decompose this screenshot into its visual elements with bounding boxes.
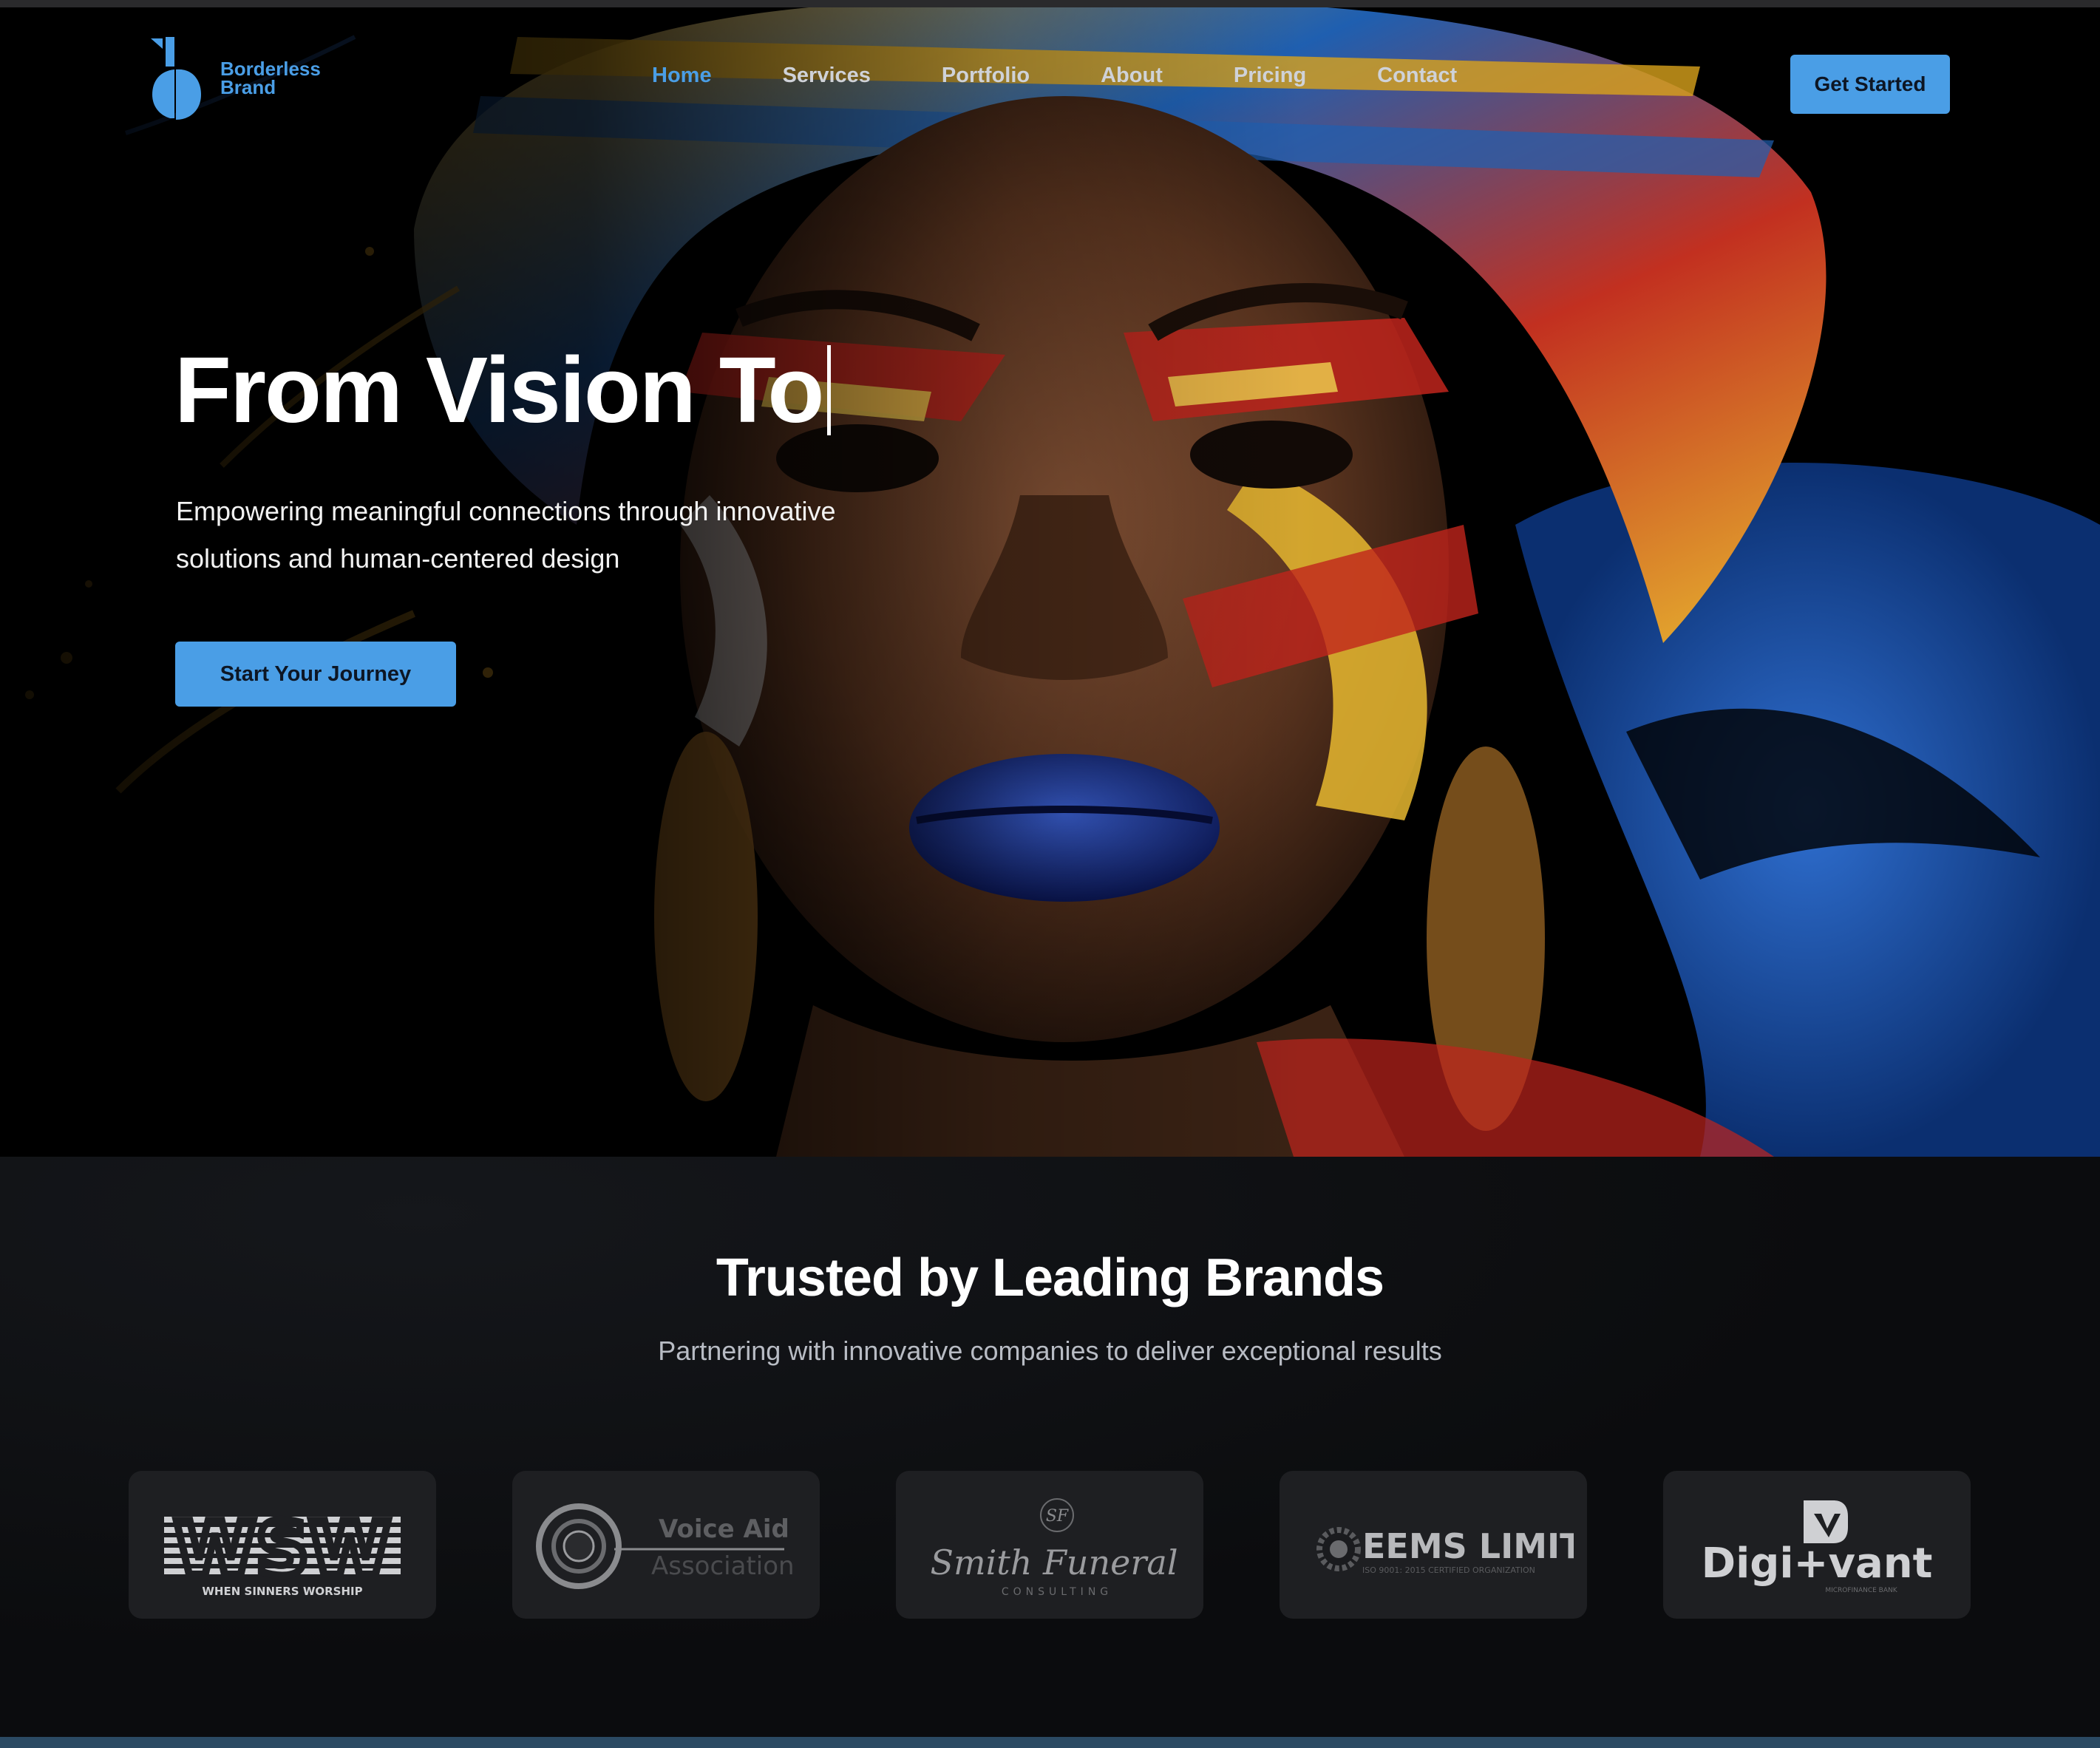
- nav-link-pricing[interactable]: Pricing: [1234, 64, 1306, 88]
- nav-link-contact[interactable]: Contact: [1377, 64, 1457, 88]
- svg-text:ISO 9001: 2015 CERTIFIED ORGAN: ISO 9001: 2015 CERTIFIED ORGANIZATION: [1362, 1565, 1535, 1575]
- svg-text:Association: Association: [651, 1551, 795, 1581]
- brand-name: Borderless Brand: [220, 58, 321, 98]
- start-journey-button[interactable]: Start Your Journey: [175, 642, 456, 707]
- typing-caret: [827, 344, 832, 435]
- svg-text:Digi+vant: Digi+vant: [1702, 1540, 1933, 1588]
- svg-text:WSW: WSW: [174, 1506, 391, 1592]
- get-started-button[interactable]: Get Started: [1790, 55, 1950, 114]
- brand-logo[interactable]: Borderless Brand: [149, 34, 371, 123]
- voice-aid-logo: Voice Aid Association: [536, 1503, 795, 1589]
- brand-card-wsw: WSW WHEN SINNERS WORSHIP: [129, 1471, 436, 1619]
- smith-funeral-logo: SF Smith Funeral CONSULTING: [930, 1498, 1178, 1598]
- svg-text:MICROFINANCE BANK: MICROFINANCE BANK: [1825, 1587, 1897, 1594]
- trusted-brands-section: Trusted by Leading Brands Partnering wit…: [0, 1157, 2100, 1737]
- brand-card-smith-funeral: SF Smith Funeral CONSULTING: [896, 1471, 1203, 1619]
- wsw-logo: WSW WHEN SINNERS WORSHIP: [164, 1502, 401, 1598]
- nav-link-services[interactable]: Services: [783, 64, 871, 88]
- next-section-edge: [0, 1737, 2100, 1748]
- hero-subtitle: Empowering meaningful connections throug…: [176, 496, 836, 574]
- digivant-logo: Digi+vant MICROFINANCE BANK: [1702, 1500, 1933, 1594]
- svg-text:SF: SF: [1046, 1507, 1069, 1526]
- hero-title: From Vision To: [174, 336, 832, 443]
- svg-text:Smith Funeral: Smith Funeral: [930, 1543, 1178, 1582]
- trusted-title: Trusted by Leading Brands: [716, 1248, 1384, 1307]
- brand-card-digivant: Digi+vant MICROFINANCE BANK: [1663, 1471, 1971, 1619]
- trusted-subtitle: Partnering with innovative companies to …: [658, 1336, 1442, 1366]
- brand-logo-icon: [151, 37, 201, 120]
- nav-link-portfolio[interactable]: Portfolio: [942, 64, 1030, 88]
- brand-card-voice-aid: Voice Aid Association: [512, 1471, 820, 1619]
- svg-text:Voice Aid: Voice Aid: [659, 1514, 789, 1544]
- svg-text:EEMS LIMITED: EEMS LIMITED: [1362, 1526, 1574, 1566]
- svg-text:WHEN SINNERS WORSHIP: WHEN SINNERS WORSHIP: [202, 1585, 362, 1598]
- main-navigation: Borderless Brand Home Services Portfolio …: [0, 7, 2100, 133]
- hero-section: From Vision To Empowering meaningful con…: [0, 7, 2100, 1157]
- eems-logo: EEMS LIMITED ISO 9001: 2015 CERTIFIED OR…: [1316, 1526, 1574, 1575]
- svg-text:CONSULTING: CONSULTING: [1002, 1586, 1112, 1598]
- nav-link-home[interactable]: Home: [652, 64, 712, 88]
- brand-card-eems: EEMS LIMITED ISO 9001: 2015 CERTIFIED OR…: [1280, 1471, 1587, 1619]
- browser-top-strip: [0, 0, 2100, 7]
- nav-links: Home Services Portfolio About Pricing Co…: [652, 64, 1528, 88]
- nav-link-about[interactable]: About: [1101, 64, 1163, 88]
